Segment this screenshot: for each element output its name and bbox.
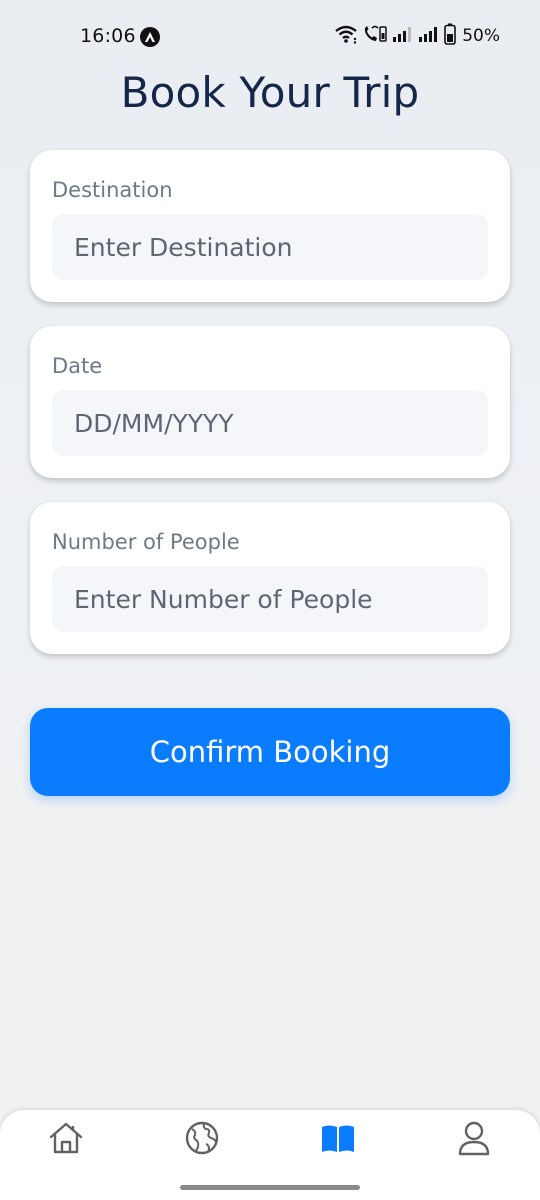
status-icons: 50% [334, 23, 500, 49]
date-label: Date [52, 354, 103, 378]
nav-explore[interactable] [182, 1120, 222, 1160]
people-input[interactable] [52, 566, 488, 632]
profile-icon [457, 1120, 491, 1160]
date-card: Date [30, 326, 510, 478]
battery-percentage: 50% [462, 26, 500, 46]
people-label: Number of People [52, 530, 240, 554]
destination-card: Destination [30, 150, 510, 302]
confirm-booking-button[interactable]: Confirm Booking [30, 708, 510, 796]
nav-profile[interactable] [454, 1120, 494, 1160]
status-bar: 16:06 50% [0, 0, 540, 72]
date-input[interactable] [52, 390, 488, 456]
signal-icon-1 [392, 25, 414, 47]
nav-home[interactable] [46, 1120, 86, 1160]
destination-label: Destination [52, 178, 173, 202]
wifi-icon [334, 24, 358, 48]
volte-call-icon [362, 24, 388, 48]
globe-icon [184, 1120, 220, 1160]
nav-bookings[interactable] [318, 1120, 358, 1160]
page-title: Book Your Trip [120, 68, 420, 117]
destination-input[interactable] [52, 214, 488, 280]
home-icon [48, 1121, 84, 1159]
home-indicator[interactable] [180, 1185, 360, 1190]
battery-icon [444, 23, 457, 49]
people-card: Number of People [30, 502, 510, 654]
app-notification-icon [140, 27, 160, 47]
status-time: 16:06 [80, 25, 136, 47]
signal-icon-2 [418, 25, 440, 47]
book-icon [320, 1122, 356, 1158]
